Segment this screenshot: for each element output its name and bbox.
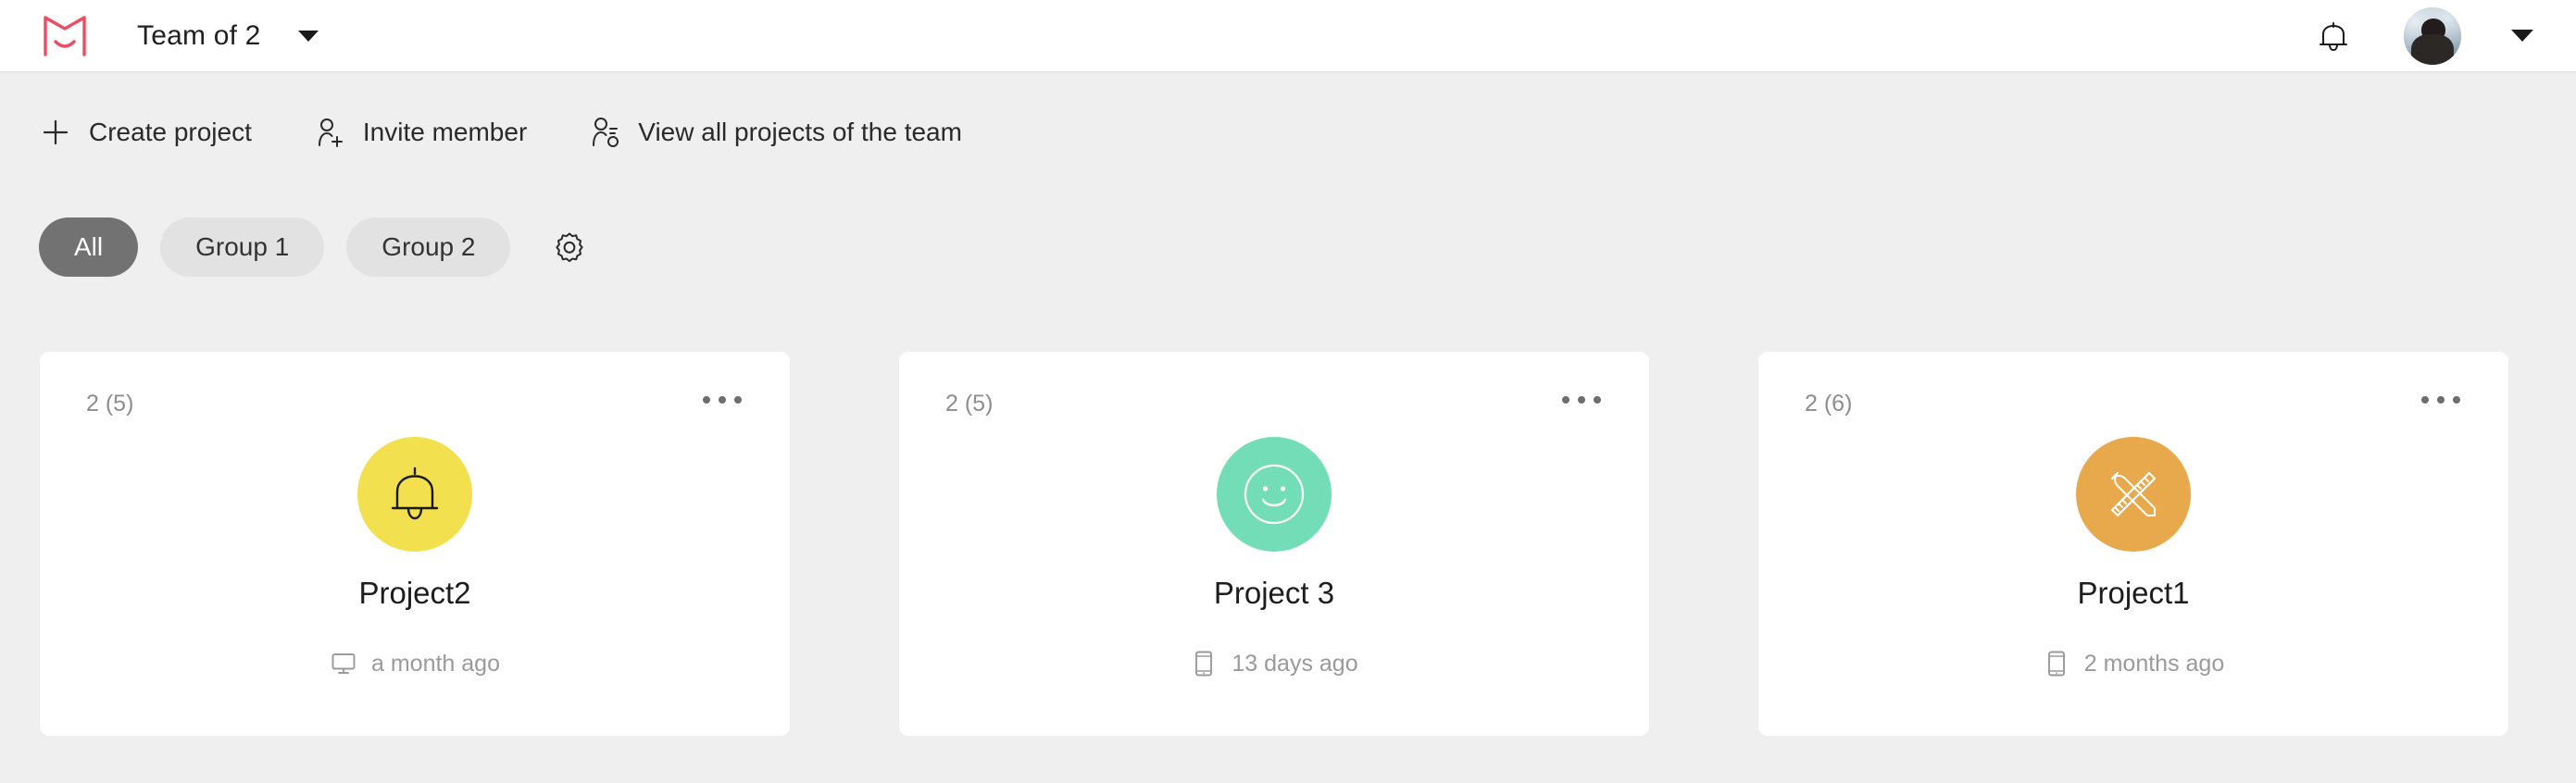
mobile-icon bbox=[1190, 650, 1218, 677]
ellipsis-icon[interactable] bbox=[2418, 387, 2464, 413]
top-bar-right bbox=[2313, 6, 2533, 65]
avatar[interactable] bbox=[2404, 6, 2461, 65]
mobile-icon bbox=[2043, 650, 2070, 677]
project-title: Project1 bbox=[2077, 576, 2190, 610]
project-time: 2 months ago bbox=[2083, 650, 2225, 677]
tab-group-2[interactable]: Group 2 bbox=[346, 218, 511, 277]
bell-icon[interactable] bbox=[2313, 16, 2354, 56]
project-count: 2 (6) bbox=[1805, 391, 1853, 416]
chevron-down-icon[interactable] bbox=[297, 30, 319, 42]
project-meta: 2 months ago bbox=[1758, 650, 2508, 677]
project-count: 2 (5) bbox=[86, 391, 134, 416]
plus-icon bbox=[39, 116, 72, 149]
project-card[interactable]: 2 (6) Project1 2 months ago bbox=[1758, 352, 2508, 736]
project-time: a month ago bbox=[371, 650, 500, 677]
team-switcher[interactable]: Team of 2 bbox=[137, 20, 319, 52]
project-meta: a month ago bbox=[40, 650, 790, 677]
team-name: Team of 2 bbox=[137, 19, 261, 51]
project-time: 13 days ago bbox=[1232, 650, 1358, 677]
ellipsis-icon[interactable] bbox=[699, 387, 745, 413]
gear-icon[interactable] bbox=[547, 225, 592, 269]
avatar-body bbox=[2411, 33, 2454, 65]
project-avatar bbox=[2076, 437, 2191, 552]
project-title: Project 3 bbox=[1213, 576, 1335, 610]
person-plus-icon bbox=[313, 116, 346, 149]
project-avatar bbox=[1217, 437, 1332, 552]
invite-member-button[interactable]: Invite member bbox=[313, 116, 527, 149]
person-list-icon bbox=[588, 116, 621, 149]
tab-group-2-label: Group 2 bbox=[381, 232, 476, 261]
project-card[interactable]: 2 (5) Project 3 13 days ago bbox=[899, 352, 1649, 736]
project-title: Project2 bbox=[358, 576, 471, 610]
project-meta: 13 days ago bbox=[899, 650, 1649, 677]
group-tabs: All Group 1 Group 2 bbox=[39, 218, 592, 277]
view-all-projects-button[interactable]: View all projects of the team bbox=[588, 116, 962, 149]
create-project-button[interactable]: Create project bbox=[39, 116, 252, 149]
tab-group-1-label: Group 1 bbox=[195, 232, 290, 261]
ellipsis-icon[interactable] bbox=[1558, 387, 1605, 413]
tab-all-label: All bbox=[74, 232, 104, 261]
project-count: 2 (5) bbox=[945, 391, 994, 416]
project-card[interactable]: 2 (5) Project2 a month ago bbox=[40, 352, 790, 736]
tab-group-1[interactable]: Group 1 bbox=[160, 218, 325, 277]
tab-all[interactable]: All bbox=[39, 218, 139, 277]
action-row: Create project Invite member View all pr… bbox=[39, 116, 962, 149]
account-chevron-down-icon[interactable] bbox=[2511, 30, 2533, 42]
project-card-list: 2 (5) Project2 a month ago 2 (5) Project… bbox=[40, 352, 2508, 736]
project-avatar bbox=[357, 437, 472, 552]
view-all-projects-label: View all projects of the team bbox=[638, 118, 962, 146]
top-bar: Team of 2 bbox=[0, 0, 2576, 73]
marvel-logo-icon[interactable] bbox=[39, 12, 91, 60]
create-project-label: Create project bbox=[89, 118, 252, 146]
invite-member-label: Invite member bbox=[362, 118, 528, 146]
desktop-icon bbox=[330, 650, 357, 677]
